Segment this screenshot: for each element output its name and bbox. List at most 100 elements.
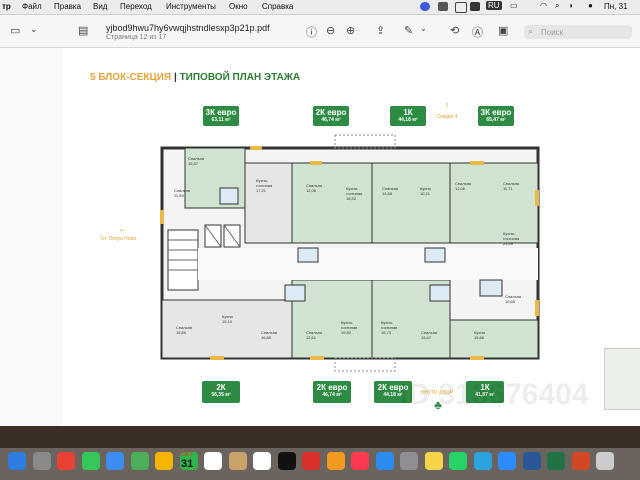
menu-window[interactable]: Окно (229, 2, 248, 11)
apartment-badge: 2К евро 46,74 м² (313, 381, 351, 403)
heading-separator: | (173, 72, 177, 83)
annotate-icon[interactable]: Ⓐ (472, 24, 483, 40)
video-icon[interactable] (438, 2, 448, 11)
apartment-badge: 3К евро 63,11 м² (203, 106, 239, 126)
apartment-badge: 3К евро 65,47 м² (478, 106, 514, 126)
apartment-badge: 2К 56,35 м² (202, 381, 240, 403)
settings-icon[interactable] (400, 452, 418, 470)
photos-icon[interactable] (155, 452, 173, 470)
menu-app-name[interactable]: тр (2, 2, 11, 11)
messages-icon[interactable] (81, 452, 100, 470)
launchpad-icon[interactable] (32, 452, 51, 470)
dock: ОКТ 31 (0, 426, 640, 480)
control-center-icon[interactable]: ◑ (568, 1, 573, 10)
search-icon: ⌕ (528, 26, 534, 36)
menu-view[interactable]: Вид (93, 2, 107, 11)
calendar-day: 31 (181, 458, 194, 470)
menu-edit[interactable]: Правка (54, 2, 81, 11)
markup-pen-icon[interactable]: ✎ (404, 24, 413, 37)
sidebar-toggle-icon[interactable]: ▭ (10, 24, 20, 37)
display-icon[interactable] (470, 2, 480, 11)
word-icon[interactable] (522, 452, 541, 470)
room-label: Спальня 15,47 (421, 330, 438, 340)
search-spotlight-icon[interactable]: ⌕ (555, 1, 559, 11)
heading-title: ТИПОВОЙ ПЛАН ЭТАЖА (179, 72, 301, 83)
room-label: Спальня 11,59 (174, 188, 191, 198)
pdf-page: 5 БЛОК-СЕКЦИЯ | ТИПОВОЙ ПЛАН ЭТАЖА 3К ев… (0, 48, 640, 426)
room-label: Спальня 16,85 (261, 330, 278, 340)
room-label: Кухня 15,10 (222, 314, 233, 324)
page-indicator: Страница 12 из 17 (106, 34, 167, 41)
wifi-icon[interactable]: ◠ (540, 1, 547, 10)
zoom-icon[interactable] (498, 452, 516, 470)
arrow-left-icon: ← (118, 224, 128, 235)
nav-label-top: Секция 4 (436, 114, 458, 120)
powerpoint-icon[interactable] (571, 452, 590, 470)
notes-icon[interactable] (424, 452, 443, 470)
apartment-badge: 2К евро 46,74 м² (313, 106, 349, 126)
heading-section: 5 БЛОК-СЕКЦИЯ (90, 72, 172, 83)
preview-icon[interactable] (596, 452, 614, 470)
room-label: Кухня 15,66 (474, 330, 485, 340)
rotate-icon[interactable]: ⟲ (450, 24, 459, 37)
chevron-down-icon[interactable]: ⌄ (30, 24, 38, 35)
music-icon[interactable] (351, 452, 369, 470)
calendar-icon[interactable] (204, 452, 222, 470)
menu-tools[interactable]: Инструменты (166, 2, 216, 11)
window-toolbar: ▭ ⌄ ▤ yjbod9hwu7hy6vwqjhstndlesxp3p21p.p… (0, 15, 640, 48)
room-label: Кухня-гостиная 16,52 (346, 186, 363, 201)
reminders-icon[interactable] (253, 452, 271, 470)
finder-icon[interactable] (8, 452, 26, 470)
status-app-icon[interactable] (420, 2, 430, 11)
room-label: Спальня 12,06 (455, 181, 472, 191)
yandex-browser-icon[interactable] (57, 452, 75, 470)
screen-icon[interactable]: ▭ (510, 1, 518, 10)
search-field[interactable]: ⌕ Поиск (524, 25, 632, 39)
site-minimap (604, 348, 640, 410)
floor-plan (160, 134, 540, 372)
input-language[interactable]: RU (486, 1, 502, 10)
zoom-in-icon[interactable]: ⊕ (346, 24, 355, 37)
zoom-out-icon[interactable]: ⊖ (326, 24, 335, 37)
arrow-up-icon: ↑ (444, 100, 450, 110)
contacts-icon[interactable] (228, 452, 247, 470)
chevron-down-icon[interactable]: ⌄ (420, 24, 427, 33)
tv-icon[interactable] (277, 452, 296, 470)
room-label: Кухня-гостиная 23,09 (503, 231, 520, 246)
appstore-icon[interactable] (375, 452, 394, 470)
info-icon[interactable]: ⓘ (306, 24, 317, 40)
siri-icon[interactable]: ● (588, 1, 593, 10)
highlight-icon[interactable]: ▣ (498, 24, 508, 37)
room-label: Спальня 15,89 (176, 325, 193, 335)
acrobat-icon[interactable] (302, 452, 320, 470)
menu-file[interactable]: Файл (22, 2, 42, 11)
nav-label-left: Ул. Петра Нова (100, 236, 136, 242)
room-label: Спальня 14,68 (382, 186, 399, 196)
room-label: Кухня-гостиная 16,73 (381, 320, 398, 335)
share-icon[interactable]: ⇪ (376, 24, 385, 37)
document-title: yjbod9hwu7hy6vwqjhstndlesxp3p21p.pdf (106, 23, 270, 33)
room-label: Спальня 15,37 (188, 156, 205, 166)
menu-help[interactable]: Справка (262, 2, 293, 11)
telegram-icon[interactable] (473, 452, 492, 470)
menu-clock[interactable]: Пн, 31 (604, 2, 628, 11)
room-label: Кухня-гостиная 19,80 (341, 320, 358, 335)
menu-go[interactable]: Переход (120, 2, 152, 11)
mail-icon[interactable] (106, 452, 124, 470)
document-icon[interactable]: ▤ (78, 24, 88, 37)
page-heading: 5 БЛОК-СЕКЦИЯ | ТИПОВОЙ ПЛАН ЭТАЖА (90, 72, 300, 83)
room-label: Спальня 11,71 (503, 181, 520, 191)
whatsapp-icon[interactable] (449, 452, 467, 470)
apartment-badge: 1К 44,18 м² (390, 106, 426, 126)
menu-bar: тр Файл Правка Вид Переход Инструменты О… (0, 0, 640, 15)
room-label: Спальня 10,65 (505, 294, 522, 304)
room-label: Спальня 12,61 (306, 330, 323, 340)
page-margin (0, 48, 62, 426)
maps-icon[interactable] (130, 452, 149, 470)
watermark: ID 313676404 (400, 378, 589, 411)
room-label: Кухня 10,21 (420, 186, 431, 196)
excel-icon[interactable] (547, 452, 565, 470)
room-label: Кухня-гостиная 17,21 (256, 178, 273, 193)
battery-icon[interactable] (455, 2, 467, 13)
pages-icon[interactable] (326, 452, 345, 470)
